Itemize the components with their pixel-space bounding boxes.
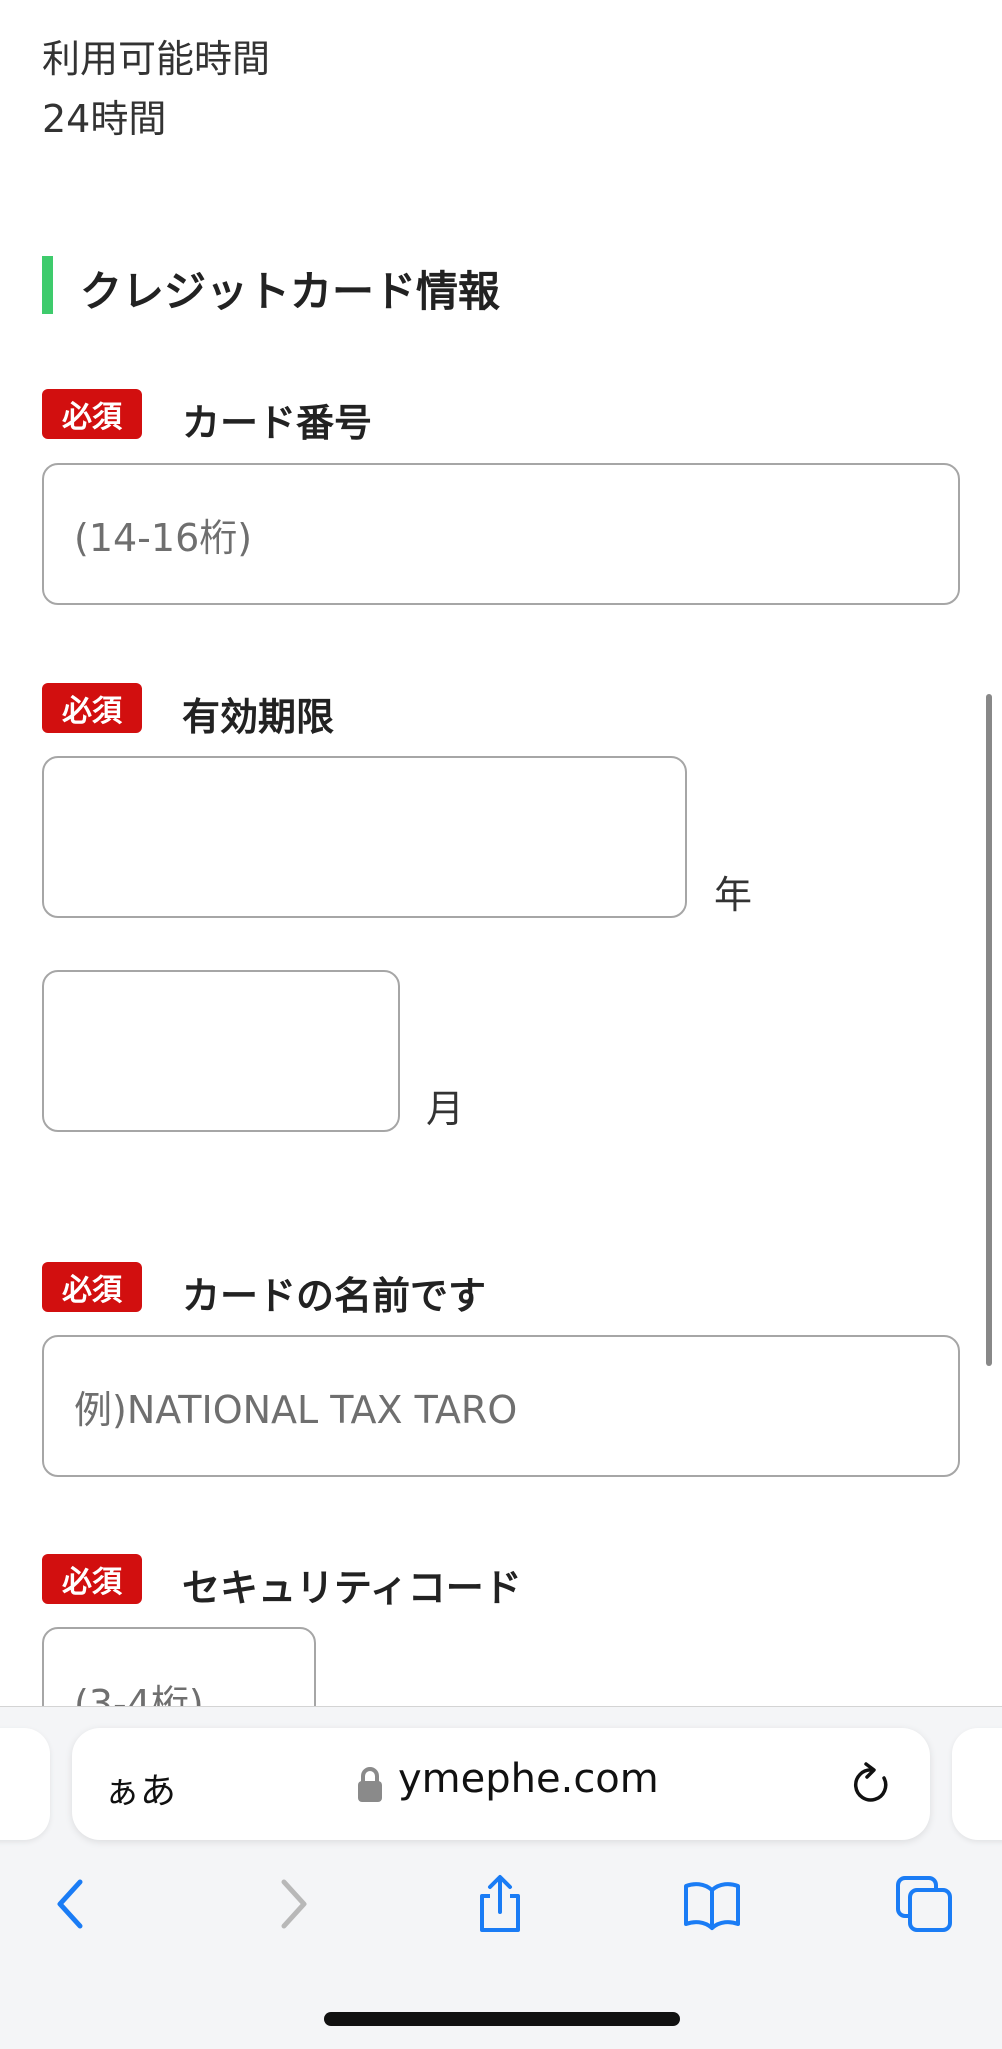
home-indicator[interactable]: [324, 2012, 680, 2026]
adjacent-tab-right[interactable]: [952, 1728, 1002, 1840]
availability-value: 24時間: [42, 97, 167, 141]
expiry-month-input[interactable]: [42, 970, 400, 1132]
expiry-month-unit: 月: [426, 1087, 465, 1131]
card-number-placeholder: (14-16桁): [74, 515, 253, 560]
reload-icon[interactable]: [850, 1760, 894, 1808]
expiry-year-input[interactable]: [42, 756, 687, 918]
share-icon[interactable]: [470, 1874, 530, 1934]
expiry-year-unit: 年: [714, 873, 753, 917]
availability-label: 利用可能時間: [42, 37, 271, 81]
lock-icon: [358, 1767, 382, 1802]
card-name-input[interactable]: 例)NATIONAL TAX TARO: [42, 1335, 960, 1477]
card-number-input[interactable]: (14-16桁): [42, 463, 960, 605]
tabs-icon[interactable]: [894, 1874, 954, 1934]
required-badge: 必須: [42, 1262, 142, 1312]
expiry-label: 有効期限: [182, 695, 335, 739]
text-size-button[interactable]: ぁあ: [104, 1762, 176, 1814]
card-name-placeholder: 例)NATIONAL TAX TARO: [74, 1387, 518, 1432]
required-badge: 必須: [42, 1554, 142, 1604]
url-domain[interactable]: ymephe.com: [398, 1756, 659, 1802]
chevron-left-icon[interactable]: [44, 1874, 104, 1934]
book-icon[interactable]: [682, 1874, 742, 1934]
section-title: クレジットカード情報: [80, 267, 501, 316]
scrollbar-thumb[interactable]: [986, 694, 992, 1366]
section-accent-bar: [42, 256, 53, 314]
chevron-right-icon: [281, 1879, 307, 1929]
card-name-label: カードの名前です: [182, 1274, 487, 1318]
card-number-label: カード番号: [182, 401, 373, 445]
adjacent-tab-left[interactable]: [0, 1728, 50, 1840]
security-code-label: セキュリティコード: [182, 1566, 522, 1610]
required-badge: 必須: [42, 389, 142, 439]
required-badge: 必須: [42, 683, 142, 733]
